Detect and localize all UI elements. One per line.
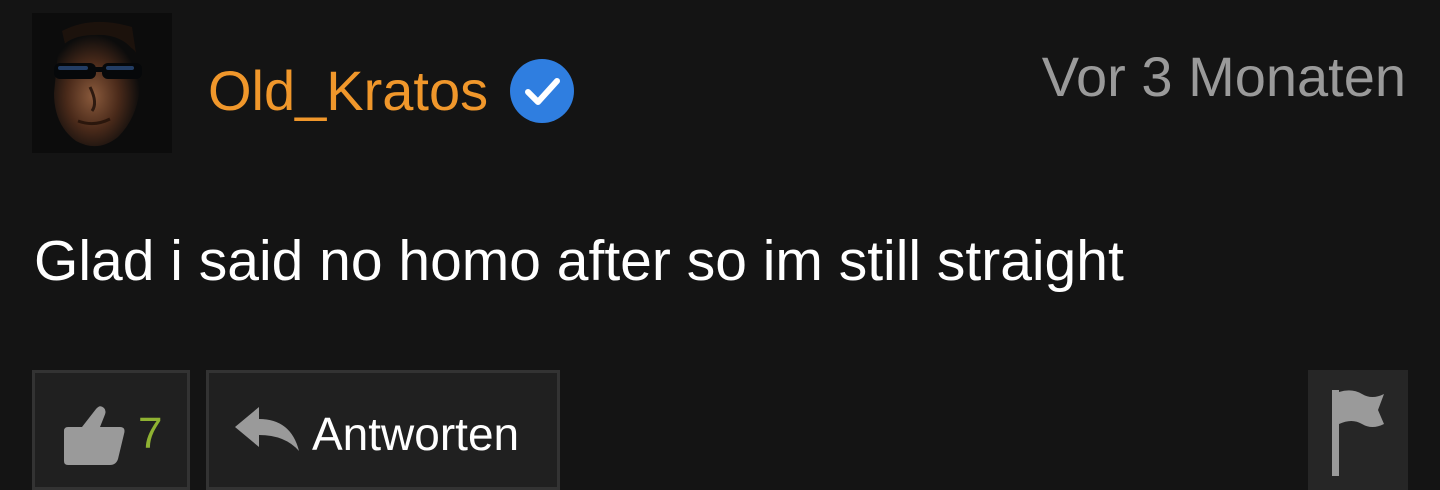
flag-icon	[1332, 390, 1384, 476]
reply-label: Antworten	[312, 408, 520, 460]
avatar-image	[32, 13, 172, 153]
reply-button[interactable]: Antworten	[206, 370, 560, 490]
comment-header: Old_Kratos	[208, 56, 576, 126]
report-button[interactable]	[1308, 370, 1408, 490]
comment-timestamp: Vor 3 Monaten	[1041, 45, 1406, 108]
user-avatar[interactable]	[32, 13, 172, 153]
like-count: 7	[138, 409, 163, 458]
thumbs-up-icon	[64, 406, 125, 465]
like-button[interactable]: 7	[32, 370, 190, 490]
verified-badge-icon	[510, 59, 575, 123]
username-link[interactable]: Old_Kratos	[208, 56, 488, 126]
reply-arrow-icon	[235, 407, 299, 451]
comment-body: Glad i said no homo after so im still st…	[34, 229, 1124, 293]
